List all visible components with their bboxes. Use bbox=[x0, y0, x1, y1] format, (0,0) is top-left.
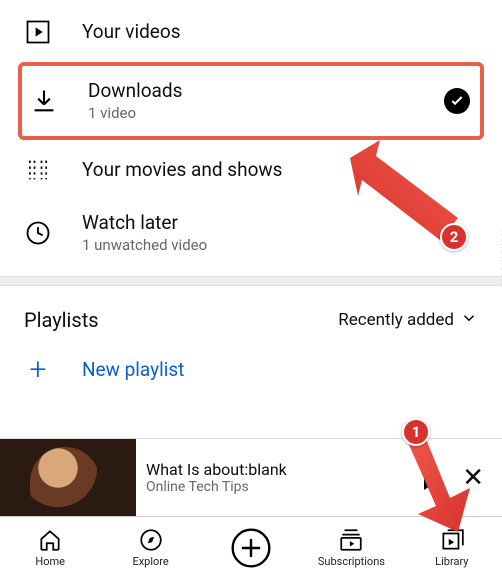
tab-library[interactable]: Library bbox=[402, 517, 502, 578]
tab-home[interactable]: Home bbox=[0, 517, 100, 578]
miniplayer-channel: Online Tech Tips bbox=[146, 479, 414, 495]
play-square-icon bbox=[24, 18, 52, 46]
tab-library-label: Library bbox=[435, 555, 468, 568]
tab-subscriptions[interactable]: Subscriptions bbox=[301, 517, 401, 578]
subscriptions-icon bbox=[338, 527, 364, 553]
plus-circle-icon bbox=[229, 526, 273, 570]
your-videos-row[interactable]: Your videos bbox=[0, 4, 502, 60]
row-text: Downloads 1 video bbox=[88, 80, 414, 122]
tab-explore[interactable]: Explore bbox=[100, 517, 200, 578]
clock-icon bbox=[24, 219, 52, 247]
section-divider bbox=[0, 276, 502, 286]
watch-later-label: Watch later bbox=[82, 212, 478, 234]
miniplayer-controls: ✕ bbox=[424, 463, 502, 493]
watermark: wsxdn.com bbox=[499, 229, 502, 289]
chevron-down-icon bbox=[460, 309, 478, 332]
movies-label: Your movies and shows bbox=[82, 159, 478, 181]
sort-label: Recently added bbox=[338, 310, 454, 330]
playlists-title: Playlists bbox=[24, 308, 99, 332]
movies-row[interactable]: Your movies and shows bbox=[0, 142, 502, 198]
miniplayer-text: What Is about:blank Online Tech Tips bbox=[136, 460, 424, 495]
bottom-nav: Home Explore Subscriptions Library bbox=[0, 516, 502, 578]
row-text: Watch later 1 unwatched video bbox=[82, 212, 478, 254]
library-icon bbox=[439, 527, 465, 553]
download-icon bbox=[30, 87, 58, 115]
compass-icon bbox=[138, 527, 164, 553]
tab-subscriptions-label: Subscriptions bbox=[318, 555, 385, 568]
plus-icon: + bbox=[24, 352, 52, 387]
downloads-row[interactable]: Downloads 1 video bbox=[18, 62, 484, 140]
playlists-sort-button[interactable]: Recently added bbox=[338, 309, 478, 332]
row-text: Your videos bbox=[82, 21, 478, 43]
library-list: Your videos Downloads 1 video Your movie… bbox=[0, 0, 502, 268]
downloads-subtitle: 1 video bbox=[88, 104, 414, 122]
close-icon[interactable]: ✕ bbox=[462, 463, 484, 493]
miniplayer-thumbnail[interactable] bbox=[0, 439, 136, 517]
watch-later-row[interactable]: Watch later 1 unwatched video bbox=[0, 198, 502, 268]
downloaded-check-icon bbox=[444, 88, 470, 114]
watch-later-subtitle: 1 unwatched video bbox=[82, 236, 478, 254]
play-icon[interactable] bbox=[424, 466, 442, 490]
home-icon bbox=[37, 527, 63, 553]
film-icon bbox=[24, 156, 52, 184]
miniplayer[interactable]: What Is about:blank Online Tech Tips ✕ bbox=[0, 438, 502, 516]
row-text: Your movies and shows bbox=[82, 159, 478, 181]
tab-create[interactable] bbox=[201, 517, 301, 578]
miniplayer-title: What Is about:blank bbox=[146, 460, 414, 479]
playlists-header: Playlists Recently added bbox=[0, 286, 502, 342]
new-playlist-button[interactable]: + New playlist bbox=[0, 342, 502, 395]
tab-explore-label: Explore bbox=[132, 555, 168, 568]
downloads-label: Downloads bbox=[88, 80, 414, 102]
new-playlist-label: New playlist bbox=[82, 358, 184, 381]
your-videos-label: Your videos bbox=[82, 21, 478, 43]
tab-home-label: Home bbox=[35, 555, 65, 568]
